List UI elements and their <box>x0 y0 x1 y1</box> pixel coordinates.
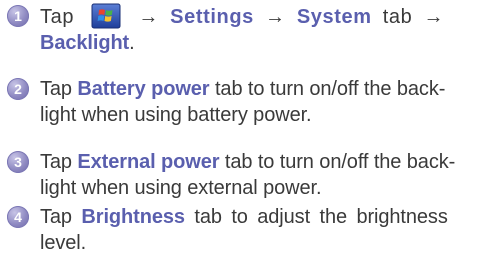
arrow: → <box>265 6 286 28</box>
period: . <box>129 32 135 54</box>
step-line-text: tab to adjust the brightness <box>194 206 448 228</box>
step-line-text: tab to turn on/off the back- <box>224 151 456 173</box>
arrow: → <box>423 6 445 28</box>
tap-word: Tap <box>40 206 72 228</box>
step-text: Tap Brightness tab to adjust the brightn… <box>40 204 489 256</box>
step-text: Tap Battery power tab to turn on/off the… <box>40 76 489 128</box>
step-number-badge: 2 <box>7 78 29 100</box>
step-line: Backlight. <box>40 30 489 56</box>
step-text: Tap → Settings → System tab → Backlight. <box>40 3 489 56</box>
step-line: Tap External power tab to turn on/off th… <box>40 149 489 175</box>
system-keyword: System <box>296 6 372 28</box>
step-line: level. <box>40 232 87 254</box>
step-number-badge: 1 <box>7 5 29 27</box>
windows-start-icon <box>91 3 121 29</box>
tap-word: Tap <box>40 6 75 28</box>
external-power-keyword: External power <box>77 151 220 173</box>
step-line: Tap Battery power tab to turn on/off the… <box>40 76 489 102</box>
settings-keyword: Settings <box>170 6 254 28</box>
step-text: Tap External power tab to turn on/off th… <box>40 149 489 201</box>
step-line: light when using battery power. <box>40 104 312 126</box>
battery-power-keyword: Battery power <box>77 78 210 100</box>
step-line: Tap → Settings → System tab → <box>40 3 489 30</box>
step-line: Tap Brightness tab to adjust the brightn… <box>40 204 489 230</box>
tap-word: Tap <box>40 151 72 173</box>
step-line: light when using external power. <box>40 177 322 199</box>
brightness-keyword: Brightness <box>81 206 185 228</box>
step-number-badge: 4 <box>7 206 29 228</box>
tap-word: Tap <box>40 78 72 100</box>
step-line-text: tab to turn on/off the back- <box>214 78 446 100</box>
step-number-badge: 3 <box>7 151 29 173</box>
backlight-keyword: Backlight <box>40 32 130 54</box>
tab-word: tab <box>382 6 413 28</box>
arrow: → <box>138 6 159 28</box>
